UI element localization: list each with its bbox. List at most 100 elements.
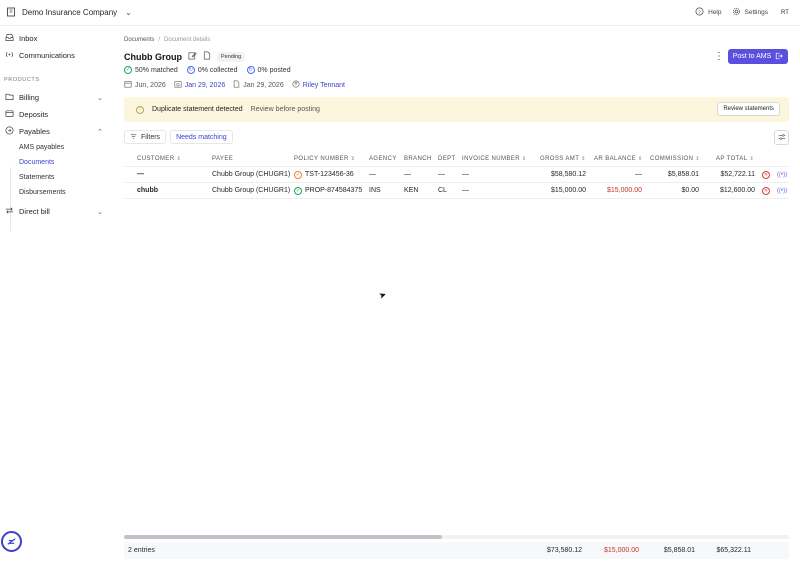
cell-customer: chubb: [137, 187, 158, 194]
uploaded-date[interactable]: Jan 29, 2026: [233, 80, 284, 90]
header-label: POLICY NUMBER: [294, 156, 349, 162]
settings-link[interactable]: Settings: [732, 7, 769, 18]
warning-icon: !: [136, 105, 144, 114]
more-options-icon[interactable]: ⋮: [714, 51, 724, 62]
horizontal-scrollbar[interactable]: [124, 535, 789, 539]
cell-gross: $58,580.12: [550, 171, 586, 178]
document-icon[interactable]: [203, 51, 211, 62]
needs-matching-filter[interactable]: Needs matching: [170, 130, 233, 144]
sidebar-subitem-documents[interactable]: Documents: [19, 159, 54, 166]
file-icon: [233, 80, 240, 90]
sync-circle-icon: ↻: [186, 66, 195, 74]
cell-ap-total: $12,600.00: [719, 187, 755, 194]
received-date[interactable]: Jan 29, 2026: [174, 80, 225, 90]
sidebar-subitem-disbursements[interactable]: Disbursements: [19, 189, 66, 196]
top-bar: Demo Insurance Company ⌄ ? Help Settings…: [0, 0, 800, 26]
header-dept[interactable]: DEPT: [438, 152, 456, 166]
filters-label: Filters: [141, 133, 161, 141]
header-label: COMMISSION: [650, 156, 694, 162]
app-logo-icon[interactable]: [1, 531, 22, 552]
review-statements-button[interactable]: Review statements: [717, 102, 780, 116]
post-button-label: Post to AMS: [732, 53, 772, 60]
sort-icon: ⇕: [638, 156, 643, 162]
cell-gross: $15,000.00: [550, 187, 586, 194]
sidebar-item-direct-bill[interactable]: Direct bill ⌄: [5, 206, 103, 217]
header-agency[interactable]: AGENCY: [369, 152, 397, 166]
sidebar-item-communications[interactable]: Communications: [5, 50, 103, 61]
header-label: GROSS AMT: [540, 156, 580, 162]
cell-customer: —: [137, 171, 144, 178]
close-circle-icon: ✕: [762, 170, 770, 179]
remove-row-button[interactable]: ✕: [762, 183, 770, 198]
stat-matched: ✓ 50% matched: [124, 66, 178, 74]
arrow-circle-icon: [5, 126, 14, 137]
total-gross: $73,580.12: [546, 547, 582, 554]
signal-icon: ((•)): [777, 187, 788, 194]
header-gross-amt[interactable]: GROSS AMT ⇕: [540, 152, 586, 166]
header-branch[interactable]: BRANCH: [404, 152, 432, 166]
header-label: BRANCH: [404, 156, 432, 162]
sidebar-subitem-statements[interactable]: Statements: [19, 174, 54, 181]
breadcrumb-separator: /: [158, 37, 161, 43]
help-link[interactable]: ? Help: [695, 7, 722, 18]
column-settings-button[interactable]: [774, 130, 789, 145]
sidebar-item-label: Billing: [19, 93, 40, 102]
check-circle-icon: ✓: [294, 186, 302, 195]
sidebar-item-label: Direct bill: [19, 207, 50, 216]
scrollbar-thumb[interactable]: [124, 535, 442, 539]
header-payee[interactable]: PAYEE: [212, 152, 233, 166]
settings-label: Settings: [744, 9, 769, 16]
sort-icon: ⇕: [521, 156, 527, 162]
sidebar-item-inbox[interactable]: Inbox: [5, 33, 103, 44]
duplicate-warning-banner: ! Duplicate statement detected Review be…: [124, 97, 789, 122]
header-commission[interactable]: COMMISSION ⇕: [650, 152, 700, 166]
svg-text:?: ?: [698, 9, 701, 15]
header-customer[interactable]: CUSTOMER ⇕: [137, 152, 181, 166]
banner-subtitle: Review before posting: [250, 106, 320, 113]
stat-collected: ↻ 0% collected: [186, 66, 238, 74]
date-label: Jan 29, 2026: [184, 81, 226, 89]
cell-agency: INS: [369, 187, 381, 194]
chevron-down-icon: ⌄: [97, 208, 103, 216]
sync-circle-icon: ↻: [246, 66, 255, 74]
sidebar-subitem-ams-payables[interactable]: AMS payables: [19, 144, 64, 151]
post-to-ams-button[interactable]: Post to AMS: [728, 49, 788, 64]
avatar[interactable]: RT: [778, 6, 792, 20]
header-ar-balance[interactable]: AR BALANCE ⇕: [594, 152, 643, 166]
header-label: AGENCY: [369, 156, 397, 162]
tree-line: [10, 167, 11, 231]
help-icon: ?: [695, 7, 704, 18]
deposit-icon: [5, 109, 14, 120]
broadcast-icon: [5, 50, 14, 61]
cell-commission: $5,858.01: [667, 171, 699, 178]
sidebar-item-label: Inbox: [19, 34, 38, 43]
header-invoice-number[interactable]: INVOICE NUMBER ⇕: [462, 152, 527, 166]
products-section-label: PRODUCTS: [4, 77, 40, 83]
breadcrumb-documents[interactable]: Documents: [124, 37, 154, 43]
total-commission: $5,858.01: [663, 547, 695, 554]
sidebar-item-deposits[interactable]: Deposits: [5, 109, 103, 120]
sidebar-item-billing[interactable]: Billing ⌄: [5, 92, 103, 103]
filter-icon: [130, 133, 137, 142]
status-badge: Pending: [217, 51, 246, 62]
header-ap-total[interactable]: AP TOTAL ⇕: [716, 152, 754, 166]
row-activity-button[interactable]: ((•)): [777, 167, 787, 182]
sort-icon: ⇕: [350, 156, 356, 162]
filters-button[interactable]: Filters: [124, 130, 167, 144]
table-row[interactable]: — Chubb Group (CHUGR1) ✓ TST-123456-36 —…: [124, 167, 789, 183]
stat-posted: ↻ 0% posted: [246, 66, 291, 74]
assigned-user[interactable]: Riley Tennant: [292, 80, 345, 90]
header-label: AP TOTAL: [716, 156, 748, 162]
statement-period[interactable]: Jun, 2026: [124, 80, 166, 90]
sidebar-item-label: Communications: [19, 51, 75, 60]
cell-payee: Chubb Group (CHUGR1): [212, 187, 291, 194]
edit-icon[interactable]: [188, 51, 197, 62]
table-row[interactable]: chubb Chubb Group (CHUGR1) ✓ PROP-874584…: [124, 183, 789, 199]
header-policy-number[interactable]: POLICY NUMBER ⇕: [294, 152, 355, 166]
arrows-icon: [5, 206, 14, 217]
cell-commission: $0.00: [681, 187, 699, 194]
remove-row-button[interactable]: ✕: [762, 167, 770, 182]
row-activity-button[interactable]: ((•)): [777, 183, 787, 198]
company-switcher[interactable]: Demo Insurance Company ⌄: [6, 7, 132, 19]
sidebar-item-payables[interactable]: Payables ⌃: [5, 126, 103, 137]
